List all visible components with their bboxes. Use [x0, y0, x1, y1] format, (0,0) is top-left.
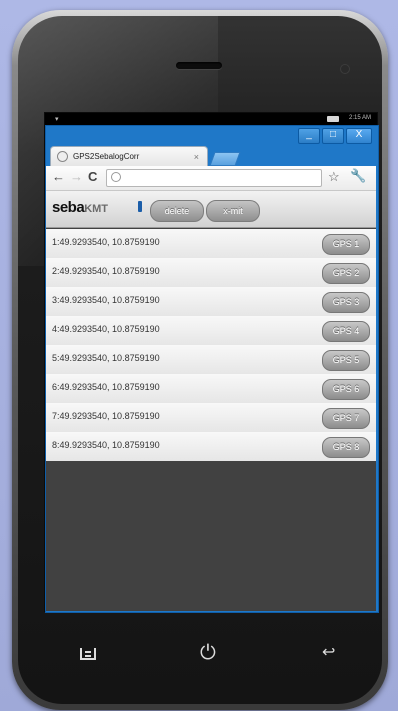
coordinate-text: 5:49.9293540, 10.8759190 [52, 353, 160, 363]
status-bar: ▾ 2:15 AM [45, 113, 377, 125]
battery-icon [327, 116, 339, 122]
coordinate-text: 7:49.9293540, 10.8759190 [52, 411, 160, 421]
list-item: 1:49.9293540, 10.8759190 GPS 1 [46, 229, 376, 259]
forward-arrow-icon[interactable]: → [70, 170, 83, 184]
power-icon[interactable]: ⏻ [200, 643, 216, 663]
gps-button-2[interactable]: GPS 2 [322, 263, 370, 284]
delete-button[interactable]: delete [150, 200, 204, 222]
gps-button-7[interactable]: GPS 7 [322, 408, 370, 429]
globe-icon [111, 172, 121, 182]
status-time: 2:15 AM [348, 115, 371, 121]
window-controls: _ □ X [296, 128, 372, 144]
tab-title: GPS2SebalogCorr [73, 152, 140, 161]
list-item: 2:49.9293540, 10.8759190 GPS 2 [46, 258, 376, 288]
phone-screen: ▾ 2:15 AM _ □ X GPS2SebalogCorr × ← → C … [44, 112, 379, 613]
menu-icon[interactable] [80, 648, 96, 660]
coordinate-text: 1:49.9293540, 10.8759190 [52, 237, 160, 247]
globe-icon [57, 151, 68, 162]
back-arrow-icon[interactable]: ← [52, 170, 65, 184]
list-item: 7:49.9293540, 10.8759190 GPS 7 [46, 403, 376, 433]
app-header: sebaKMT delete x-mit [46, 191, 376, 228]
list-item: 4:49.9293540, 10.8759190 GPS 4 [46, 316, 376, 346]
list-item: 6:49.9293540, 10.8759190 GPS 6 [46, 374, 376, 404]
wifi-icon: ▾ [55, 116, 59, 123]
maximize-button[interactable]: □ [322, 128, 344, 144]
gps-button-6[interactable]: GPS 6 [322, 379, 370, 400]
gps-list: 1:49.9293540, 10.8759190 GPS 1 2:49.9293… [46, 229, 376, 461]
gps-button-4[interactable]: GPS 4 [322, 321, 370, 342]
minimize-button[interactable]: _ [298, 128, 320, 144]
browser-toolbar: ← → C ☆ 🔧 [46, 166, 376, 191]
back-icon[interactable]: ↩ [322, 645, 335, 661]
coordinate-text: 8:49.9293540, 10.8759190 [52, 440, 160, 450]
bookmark-star-icon[interactable]: ☆ [328, 170, 340, 184]
tab-close-icon[interactable]: × [194, 147, 199, 167]
logo-mark-icon [138, 201, 142, 212]
address-bar[interactable] [106, 169, 322, 187]
gps-button-1[interactable]: GPS 1 [322, 234, 370, 255]
coordinate-text: 6:49.9293540, 10.8759190 [52, 382, 160, 392]
reload-icon[interactable]: C [88, 170, 97, 184]
new-tab-button[interactable] [209, 152, 241, 166]
sebakmt-logo: sebaKMT [52, 199, 109, 216]
coordinate-text: 2:49.9293540, 10.8759190 [52, 266, 160, 276]
list-item: 3:49.9293540, 10.8759190 GPS 3 [46, 287, 376, 317]
wrench-icon[interactable]: 🔧 [350, 169, 366, 183]
gps-button-3[interactable]: GPS 3 [322, 292, 370, 313]
xmit-button[interactable]: x-mit [206, 200, 260, 222]
list-item: 8:49.9293540, 10.8759190 GPS 8 [46, 432, 376, 461]
web-page: sebaKMT delete x-mit 1:49.9293540, 10.87… [46, 191, 376, 611]
gps-button-5[interactable]: GPS 5 [322, 350, 370, 371]
coordinate-text: 4:49.9293540, 10.8759190 [52, 324, 160, 334]
front-camera [340, 64, 350, 74]
gps-button-8[interactable]: GPS 8 [322, 437, 370, 458]
earpiece-speaker [176, 62, 222, 69]
close-button[interactable]: X [346, 128, 372, 144]
list-item: 5:49.9293540, 10.8759190 GPS 5 [46, 345, 376, 375]
coordinate-text: 3:49.9293540, 10.8759190 [52, 295, 160, 305]
browser-window: _ □ X GPS2SebalogCorr × ← → C ☆ 🔧 sebaKM… [45, 125, 379, 613]
tab-gps2sebalogcorr[interactable]: GPS2SebalogCorr × [50, 146, 208, 166]
